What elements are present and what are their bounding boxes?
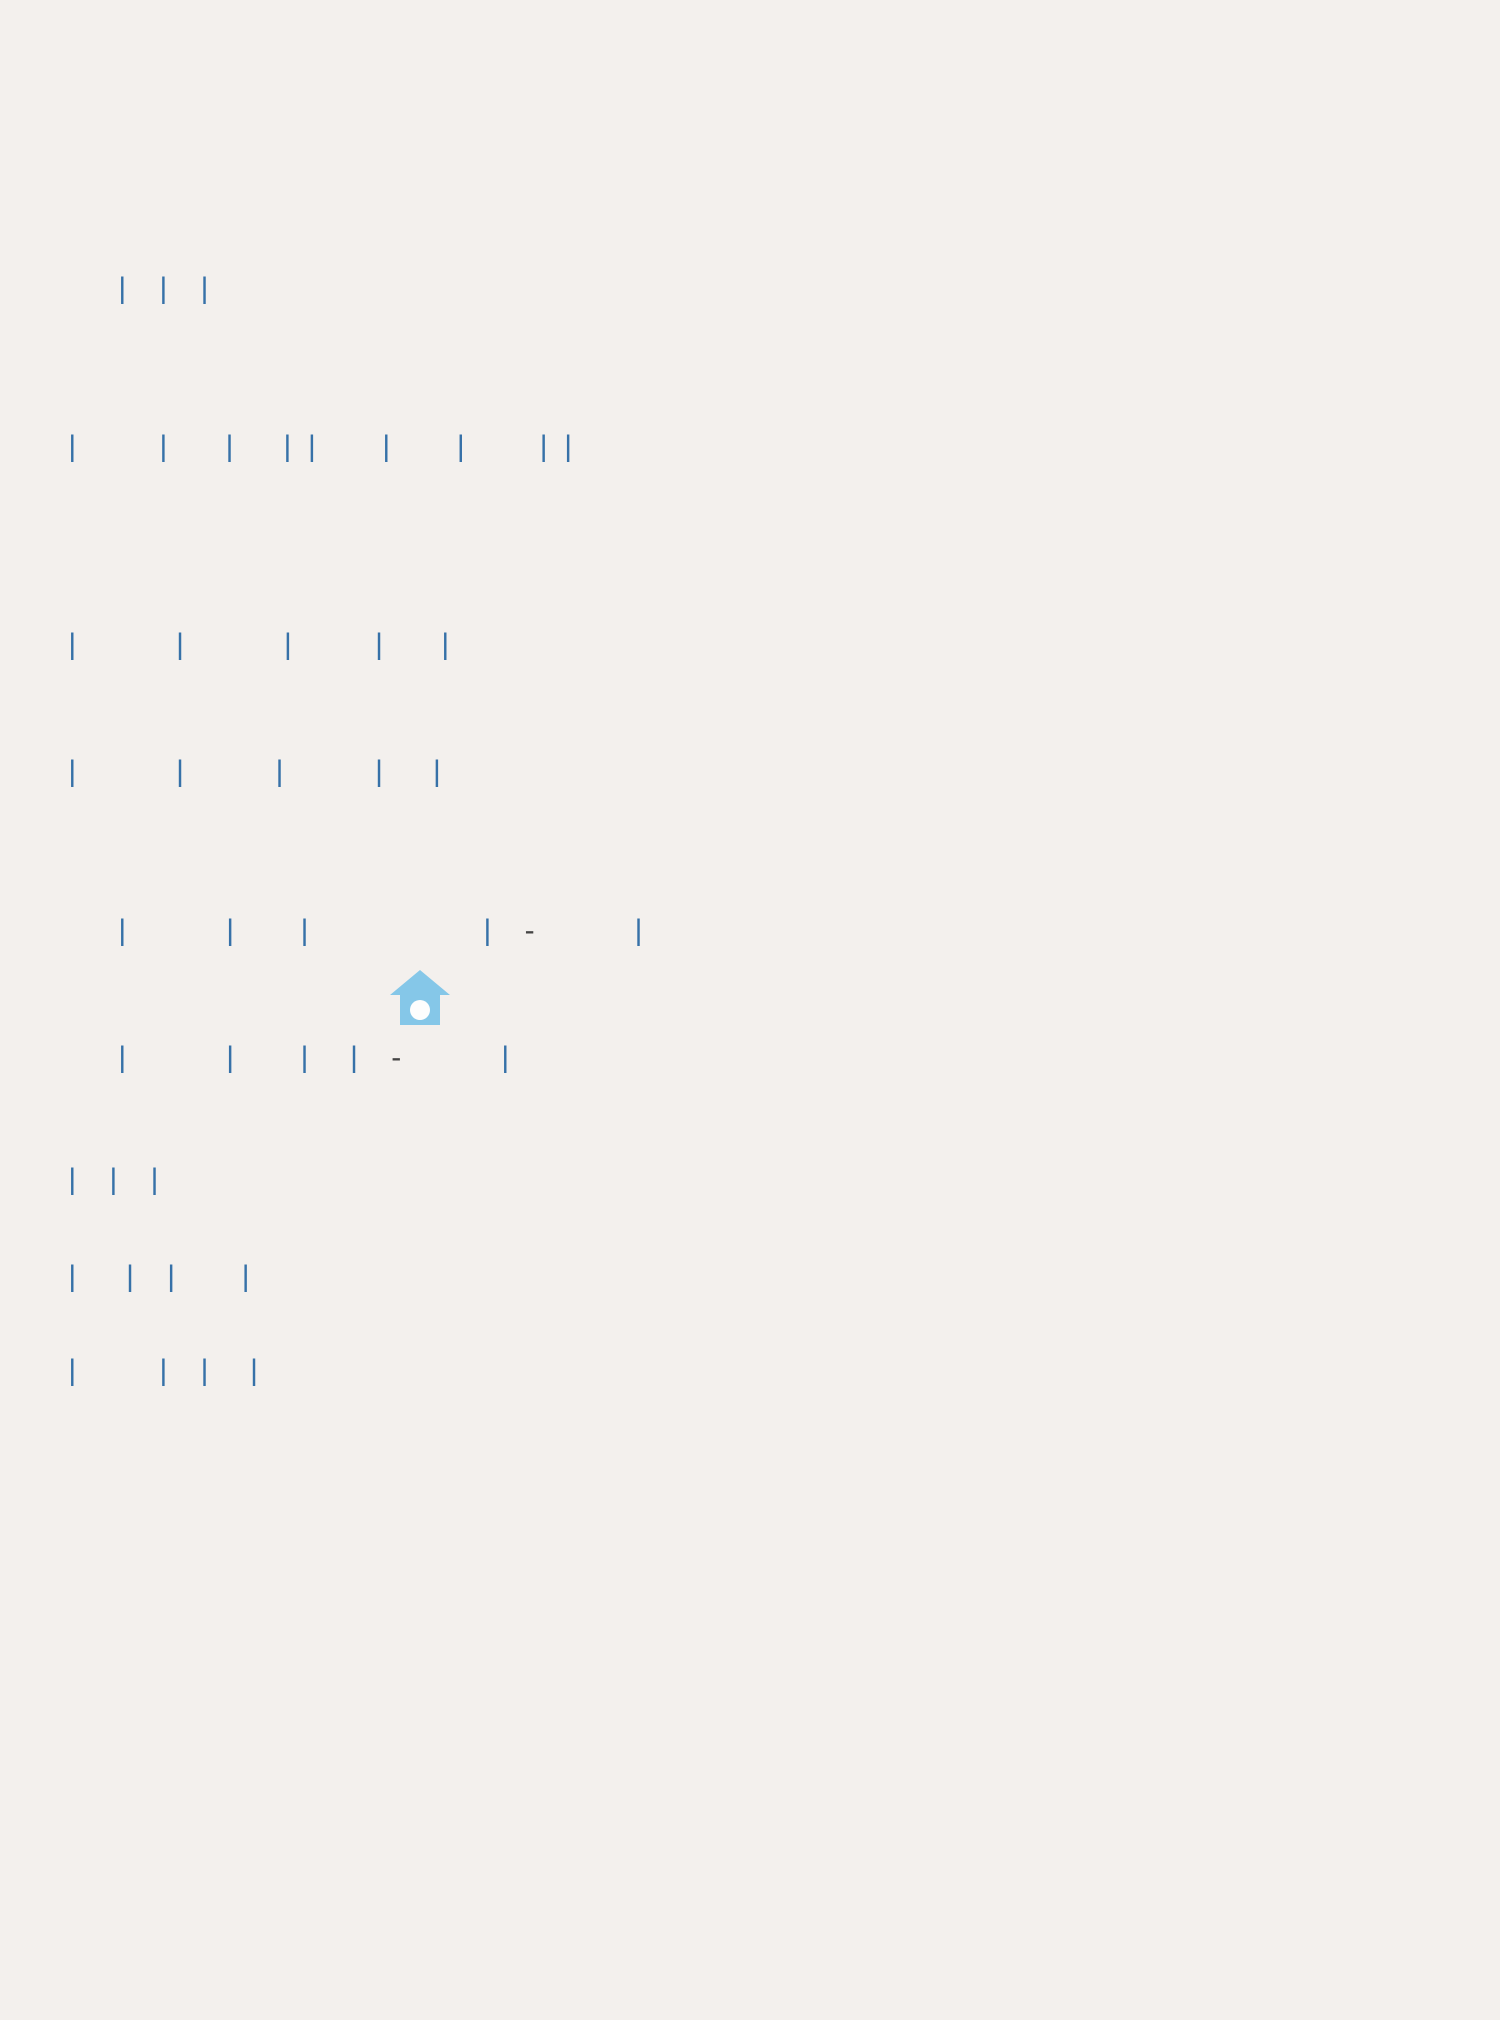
interlude2-lyric bbox=[60, 1302, 1260, 1336]
header-right bbox=[1396, 100, 1410, 142]
end-chord-line: | | | | bbox=[60, 1354, 1260, 1388]
pre2-lyric bbox=[60, 797, 1260, 831]
pre1-chord-line: | | | | | bbox=[60, 594, 1260, 662]
chorus1-lyric bbox=[60, 956, 1260, 990]
verse-chord-line: | | | | | | | | | bbox=[60, 396, 1260, 464]
interlude1-lyric bbox=[60, 1205, 1260, 1239]
intro-line: | | | bbox=[60, 238, 1260, 340]
verse2-lyric bbox=[60, 514, 1260, 548]
prechorus-block: | | | | | | | | | | bbox=[60, 594, 1260, 831]
chorus-block: | | | | - | | | | | - | bbox=[60, 877, 1260, 1117]
chorus2-chord-line: | | | | - | bbox=[60, 1004, 1260, 1075]
verse1-lyric bbox=[60, 472, 1260, 506]
pre2-chord-line: | | | | | bbox=[60, 718, 1260, 789]
outro-block: | | | | | | | | | | | bbox=[60, 1163, 1260, 1430]
pre1-lyric bbox=[60, 670, 1260, 704]
chorus1-chord-line: | | | | - | bbox=[60, 877, 1260, 948]
credits-line bbox=[1396, 100, 1410, 142]
content: | | | | | | | | | | | | | | | bbox=[60, 230, 1260, 1476]
interlude2-line: | | | | bbox=[60, 1257, 1260, 1294]
interlude1-line: | | | bbox=[60, 1163, 1260, 1197]
end-lyric bbox=[60, 1396, 1260, 1430]
chord-sheet-page: | | | | | | | | | | | | | | | bbox=[0, 0, 1500, 80]
verse-block: | | | | | | | | | bbox=[60, 396, 1260, 548]
chorus2-lyric bbox=[60, 1083, 1260, 1117]
